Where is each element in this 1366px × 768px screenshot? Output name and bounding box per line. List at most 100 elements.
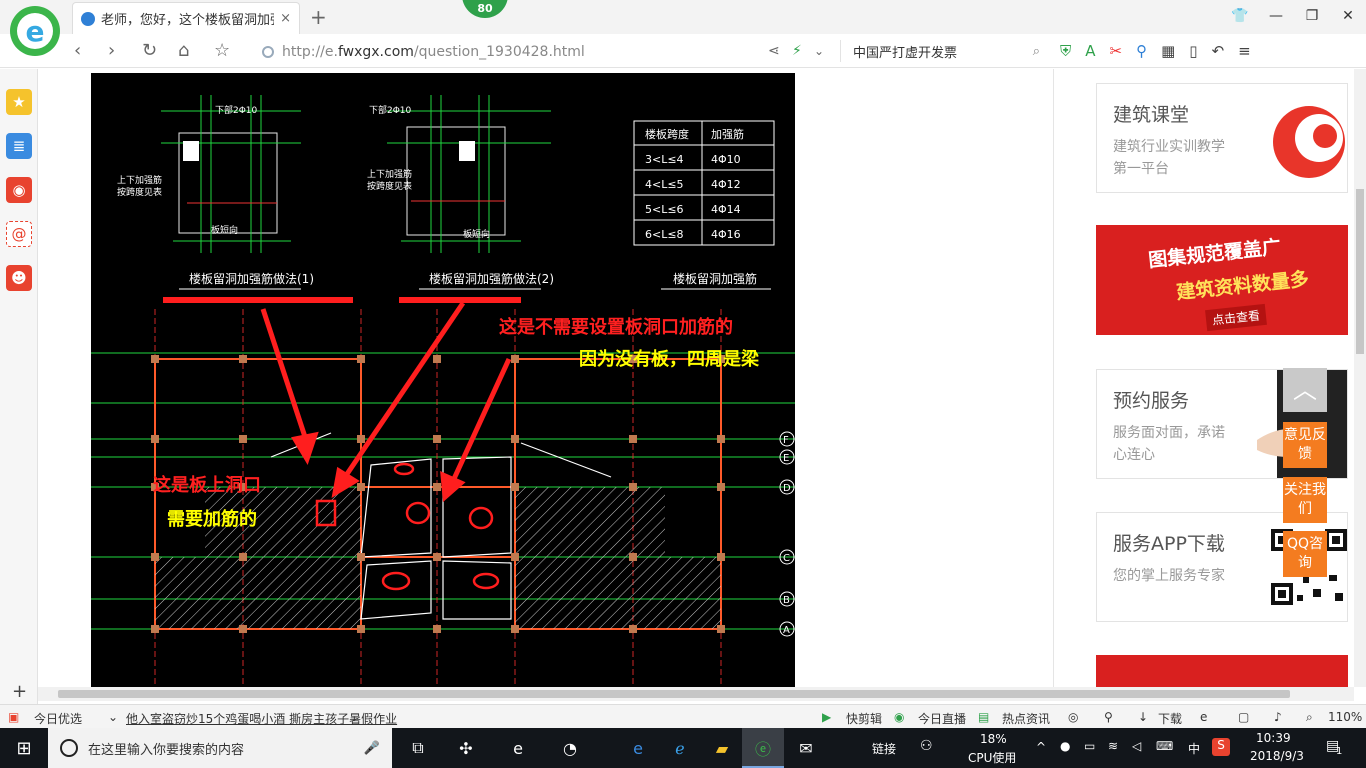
card-building-classroom[interactable]: 建筑课堂 建筑行业实训教学第一平台	[1096, 83, 1348, 193]
qq-consult-button[interactable]: QQ咨询	[1283, 531, 1327, 577]
caption-2: 楼板留洞加强筋做法(2)	[429, 271, 554, 286]
vertical-scrollbar[interactable]	[1354, 69, 1366, 687]
undo-icon[interactable]: ↶	[1212, 42, 1225, 60]
news-ticker-link[interactable]: 他入室盗窃炒15个鸡蛋喝小酒 撕房主孩子暑假作业	[126, 710, 397, 727]
sogou-ime-icon[interactable]: S	[1212, 738, 1230, 756]
annotation-yellow-1: 因为没有板，四周是梁	[579, 348, 760, 369]
caption-1: 楼板留洞加强筋做法(1)	[189, 271, 314, 286]
pinwheel-app-icon[interactable]: ✣	[454, 736, 478, 760]
tray-chevron-icon[interactable]: ^	[1036, 740, 1046, 754]
game-icon[interactable]: ☻	[6, 265, 32, 291]
menu-icon[interactable]: ≡	[1238, 42, 1251, 60]
translate-icon[interactable]: A	[1085, 42, 1095, 60]
clip-link[interactable]: 快剪辑	[846, 710, 882, 727]
column-marker	[629, 435, 637, 443]
file-explorer-icon[interactable]: ▰	[710, 736, 734, 760]
minimize-button[interactable]: —	[1258, 0, 1294, 34]
hot-news-link[interactable]: 热点资讯	[1002, 710, 1050, 727]
favorites-star-icon[interactable]: ★	[6, 89, 32, 115]
axis-label: C	[783, 553, 790, 564]
people-icon[interactable]: ⚇	[920, 738, 933, 754]
volume-icon[interactable]: ♪	[1274, 710, 1282, 724]
tab-favicon-icon	[81, 11, 95, 26]
taskbar-search-input[interactable]: 在这里输入你要搜索的内容 🎤	[48, 728, 392, 768]
table-cell: 4<L≤5	[645, 178, 684, 191]
edge-legacy-icon[interactable]: e	[506, 736, 530, 760]
cad-drawing-svg: 下部2Φ10 下部2Φ10 上下加强筋 按跨度见表 上下加强筋 按跨度见表 板短…	[91, 95, 795, 687]
close-window-button[interactable]: ✕	[1330, 0, 1366, 34]
clock-time[interactable]: 10:39	[1256, 731, 1291, 745]
mail-task-icon[interactable]: ✉	[794, 736, 818, 760]
browser-task-icon[interactable]: ⓔ	[751, 736, 775, 760]
zoom-level[interactable]: 110%	[1328, 710, 1362, 724]
feedback-button[interactable]: 意见反馈	[1283, 422, 1327, 468]
window-icon[interactable]: ▢	[1238, 710, 1249, 724]
weibo-icon[interactable]: ◉	[6, 177, 32, 203]
follow-us-button[interactable]: 关注我们	[1283, 477, 1327, 523]
atlas-banner[interactable]: 图集规范覆盖广 建筑资料数量多 点击查看	[1096, 225, 1348, 335]
links-label[interactable]: 链接	[872, 740, 896, 757]
download-link[interactable]: 下载	[1158, 710, 1182, 727]
browser-tab[interactable]: 老师，您好，这个楼板留洞加强筋 ×	[72, 2, 300, 34]
home-button[interactable]: ⌂	[178, 40, 189, 61]
bottom-red-banner[interactable]	[1096, 655, 1348, 687]
red-underline-1	[163, 297, 353, 303]
vertical-scroll-thumb[interactable]	[1356, 189, 1364, 354]
restore-button[interactable]: ❐	[1294, 0, 1330, 34]
shield-icon[interactable]: ⛨	[1060, 42, 1071, 60]
chevron-down-small-icon[interactable]: ⌄	[108, 710, 118, 724]
column-marker	[151, 625, 159, 633]
internet-explorer-icon[interactable]: ℯ	[668, 736, 692, 760]
reading-list-icon[interactable]: ≣	[6, 133, 32, 159]
mail-icon[interactable]: @	[6, 221, 32, 247]
url-field[interactable]: http://e. fwxgx.com/question_1930428.html	[262, 41, 762, 63]
microphone-icon[interactable]: 🎤	[364, 741, 380, 756]
edge-icon[interactable]: e	[626, 736, 650, 760]
add-sidebar-button[interactable]: +	[12, 681, 27, 702]
task-view-icon[interactable]: ⧉	[406, 736, 430, 760]
live-link[interactable]: 今日直播	[918, 710, 966, 727]
speed-icon[interactable]: ◎	[1068, 710, 1078, 724]
refresh-button[interactable]: ↻	[142, 40, 157, 61]
table-cell: 4Φ16	[711, 228, 741, 241]
zoom-icon: ⌕	[1306, 710, 1313, 724]
score-badge[interactable]: 80	[462, 0, 508, 18]
clock-date[interactable]: 2018/9/3	[1250, 749, 1304, 763]
axis-label: A	[783, 625, 790, 636]
new-tab-button[interactable]: +	[310, 5, 327, 29]
today-picks-link[interactable]: 今日优选	[34, 710, 82, 727]
share-icon[interactable]: ⋖	[768, 43, 780, 59]
windows-start-icon[interactable]: ⊞	[12, 736, 36, 760]
ime-indicator[interactable]: 中	[1188, 740, 1200, 757]
search-input[interactable]: 中国严打虚开发票 ⌕	[840, 40, 1040, 62]
keyboard-icon[interactable]: ⌨	[1156, 739, 1173, 753]
banner-button[interactable]: 点击查看	[1205, 303, 1267, 332]
speaker-icon[interactable]: ◁	[1132, 739, 1141, 753]
shirt-icon[interactable]: 👕	[1222, 0, 1258, 34]
browser-logo[interactable]: e	[10, 6, 60, 56]
forward-button[interactable]: ›	[108, 40, 115, 61]
horizontal-scroll-thumb[interactable]	[58, 690, 1290, 698]
pin-icon[interactable]: ⚲	[1104, 710, 1113, 724]
browser-360-icon[interactable]: ◔	[558, 736, 582, 760]
apps-icon[interactable]: ▦	[1161, 42, 1175, 60]
phone-icon[interactable]: ▯	[1189, 42, 1197, 60]
column-marker	[357, 625, 365, 633]
chevron-down-icon[interactable]: ⌄	[814, 44, 824, 58]
horizontal-scrollbar[interactable]	[38, 687, 1354, 701]
back-button[interactable]: ‹	[74, 40, 81, 61]
ie-mode-icon[interactable]: e	[1200, 710, 1207, 724]
tray-battery-icon[interactable]: ▭	[1084, 739, 1095, 753]
tray-bell-icon[interactable]: ●	[1060, 739, 1070, 753]
card1-desc: 建筑行业实训教学第一平台	[1113, 139, 1225, 177]
axis-label: D	[783, 483, 791, 494]
magnifier-icon[interactable]: ⚲	[1136, 42, 1147, 60]
scissors-icon[interactable]: ✂	[1110, 42, 1123, 60]
search-icon[interactable]: ⌕	[1033, 44, 1040, 59]
wifi-icon[interactable]: ≋	[1108, 739, 1118, 753]
tab-close-button[interactable]: ×	[280, 11, 291, 26]
detail-bottom-label-2: 板短向	[463, 228, 490, 240]
lightning-icon[interactable]: ⚡	[792, 43, 802, 59]
favorite-star-button[interactable]: ☆	[214, 40, 230, 61]
back-to-top-button[interactable]: ︿	[1283, 368, 1327, 412]
